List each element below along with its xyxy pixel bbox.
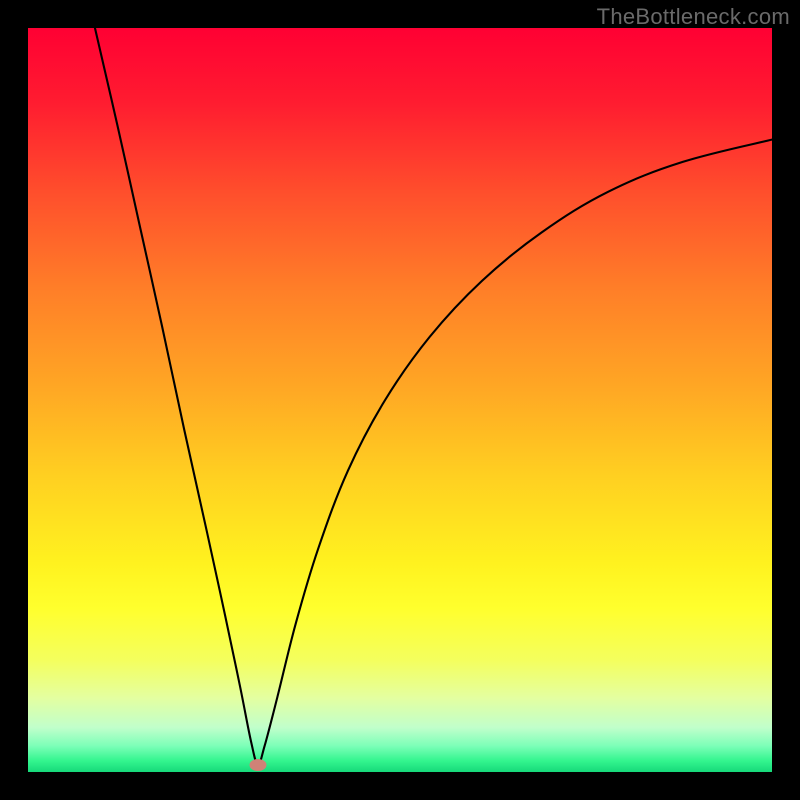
watermark-text: TheBottleneck.com bbox=[597, 4, 790, 30]
chart-container: { "watermark": "TheBottleneck.com", "cha… bbox=[0, 0, 800, 800]
optimal-point-marker bbox=[249, 759, 266, 771]
plot-area bbox=[28, 28, 772, 772]
gradient-background bbox=[28, 28, 772, 772]
